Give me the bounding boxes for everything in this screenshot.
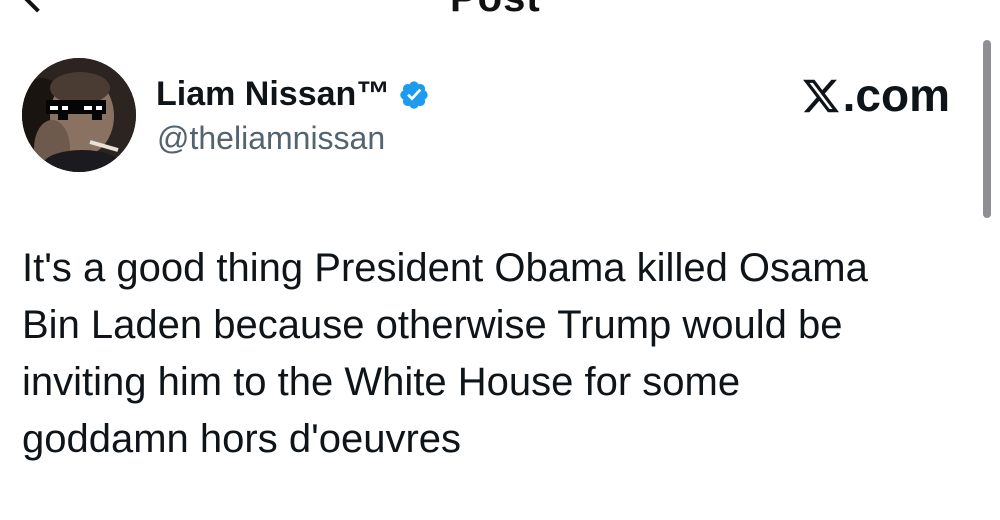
author-name-row[interactable]: Liam Nissan™ xyxy=(156,72,430,116)
avatar[interactable] xyxy=(22,58,136,172)
profile-avatar-image xyxy=(22,58,136,172)
author-handle[interactable]: @theliamnissan xyxy=(157,118,385,158)
brand-watermark: .com xyxy=(801,70,950,120)
back-arrow-icon[interactable] xyxy=(21,0,53,13)
post-header: Post xyxy=(0,0,1000,20)
tweet-text: It's a good thing President Obama killed… xyxy=(22,246,868,461)
verified-badge-icon xyxy=(398,78,430,110)
post-screen: Post Liam Nissan™ @the xyxy=(0,0,1000,520)
x-logo-icon xyxy=(801,75,841,115)
scrollbar[interactable] xyxy=(983,40,991,218)
author-display-name[interactable]: Liam Nissan™ xyxy=(156,72,390,116)
header-title: Post xyxy=(450,0,541,21)
brand-domain: .com xyxy=(842,69,950,121)
